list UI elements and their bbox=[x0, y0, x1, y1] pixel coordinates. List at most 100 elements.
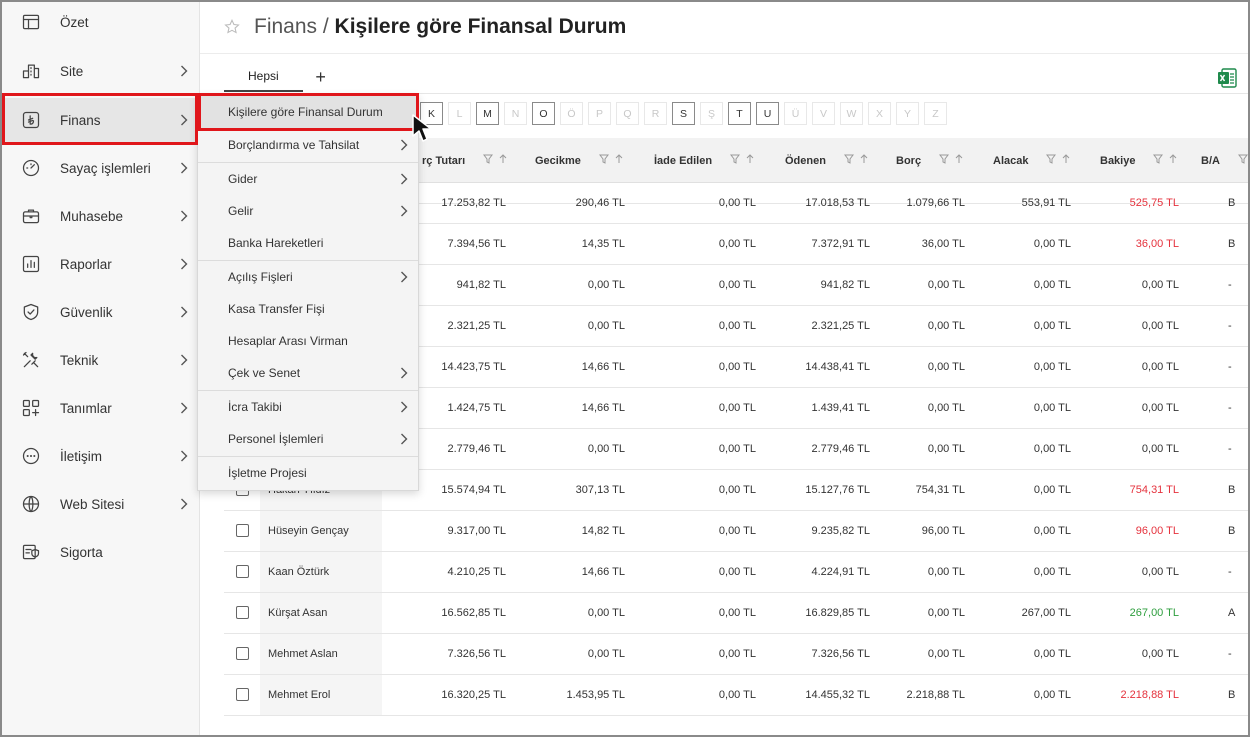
sidebar-item-güvenlik[interactable]: Güvenlik bbox=[0, 290, 200, 334]
filter-icon[interactable] bbox=[724, 154, 741, 167]
submenu-item-0[interactable]: Kişilere göre Finansal Durum bbox=[198, 96, 418, 128]
table-row[interactable]: Hüseyin Gençay 9.317,00 TL 14,82 TL 0,00 TL… bbox=[224, 511, 1248, 552]
submenu-item-label: Çek ve Senet bbox=[228, 366, 301, 380]
sort-icon[interactable] bbox=[493, 154, 507, 167]
sort-icon[interactable] bbox=[854, 154, 868, 167]
filter-icon[interactable] bbox=[838, 154, 854, 167]
sort-icon[interactable] bbox=[609, 154, 623, 167]
table-row[interactable]: Kaan Öztürk 4.210,25 TL 14,66 TL 0,00 TL 4.2… bbox=[224, 552, 1248, 593]
sidebar-item-sayaç-işlemleri[interactable]: Sayaç işlemleri bbox=[0, 146, 200, 190]
table-row[interactable]: Mehmet Erol 16.320,25 TL 1.453,95 TL 0,00 T… bbox=[224, 675, 1248, 716]
filter-icon[interactable] bbox=[477, 154, 494, 167]
column-header-6[interactable]: Bakiye bbox=[1100, 138, 1177, 183]
sidebar-item-özet[interactable]: Özet bbox=[0, 0, 200, 44]
column-header-3[interactable]: Ödenen bbox=[785, 138, 868, 183]
column-header-1[interactable]: Gecikme bbox=[535, 138, 623, 183]
submenu-item-7[interactable]: Hesaplar Arası Virman bbox=[198, 325, 418, 357]
submenu-item-6[interactable]: Kasa Transfer Fişi bbox=[198, 293, 418, 325]
breadcrumb-parent[interactable]: Finans bbox=[254, 15, 317, 38]
sidebar-item-site[interactable]: Site bbox=[0, 49, 200, 93]
letter-filter-U[interactable]: U bbox=[756, 102, 779, 125]
cell-bakiye: 2.218,88 TL bbox=[1120, 689, 1179, 701]
cell-bakiye: 754,31 TL bbox=[1129, 484, 1179, 496]
chevron-right-icon bbox=[400, 172, 410, 186]
column-header-0[interactable]: rç Tutarı bbox=[422, 138, 507, 183]
row-checkbox[interactable] bbox=[236, 606, 249, 619]
column-header-7[interactable]: B/A bbox=[1201, 138, 1248, 183]
submenu-item-11[interactable]: İşletme Projesi bbox=[198, 457, 418, 489]
filter-icon[interactable] bbox=[593, 154, 609, 167]
submenu-item-2[interactable]: Gider bbox=[198, 163, 418, 195]
row-checkbox[interactable] bbox=[236, 565, 249, 578]
sidebar-item-muhasebe[interactable]: Muhasebe bbox=[0, 194, 200, 238]
pin-icon[interactable] bbox=[222, 17, 242, 37]
column-header-label: rç Tutarı bbox=[422, 154, 466, 167]
sidebar-item-tanımlar[interactable]: Tanımlar bbox=[0, 386, 200, 430]
chevron-right-icon bbox=[178, 63, 190, 79]
page-header: Finans / Kişilere göre Finansal Durum bbox=[222, 10, 626, 44]
excel-export-icon[interactable] bbox=[1216, 67, 1238, 89]
sidebar-item-sigorta[interactable]: Sigorta bbox=[0, 530, 200, 574]
letter-filter-M[interactable]: M bbox=[476, 102, 499, 125]
filter-icon[interactable] bbox=[933, 154, 950, 167]
filter-icon[interactable] bbox=[1232, 154, 1248, 167]
sort-icon[interactable] bbox=[949, 154, 963, 167]
chevron-right-icon bbox=[400, 432, 410, 446]
cell-bakiye: 36,00 TL bbox=[1135, 238, 1179, 250]
table-row[interactable]: Kürşat Asan 16.562,85 TL 0,00 TL 0,00 TL 16.… bbox=[224, 593, 1248, 634]
cell-name: Kürşat Asan bbox=[268, 607, 328, 619]
cell-ba: - bbox=[1228, 648, 1232, 660]
letter-filter-O[interactable]: O bbox=[532, 102, 555, 125]
column-tools bbox=[724, 154, 754, 167]
sidebar-item-i-letişim[interactable]: İletişim bbox=[0, 434, 200, 478]
sidebar-item-finans[interactable]: Finans bbox=[0, 98, 200, 142]
column-header-label: B/A bbox=[1201, 154, 1220, 167]
filter-icon[interactable] bbox=[1147, 154, 1164, 167]
sort-icon[interactable] bbox=[1163, 154, 1177, 167]
sidebar-item-label: Özet bbox=[60, 14, 89, 30]
chevron-right-icon bbox=[178, 352, 190, 368]
column-tools bbox=[477, 154, 507, 167]
submenu-item-8[interactable]: Çek ve Senet bbox=[198, 357, 418, 389]
cell-gecikme: 290,46 TL bbox=[575, 197, 625, 209]
cell-bakiye: 0,00 TL bbox=[1141, 402, 1179, 414]
filter-icon[interactable] bbox=[1040, 154, 1057, 167]
chat-icon bbox=[20, 445, 42, 467]
column-header-2[interactable]: İade Edilen bbox=[654, 138, 754, 183]
chevron-right-icon bbox=[400, 366, 410, 380]
submenu-divider bbox=[198, 260, 418, 261]
breadcrumb-separator: / bbox=[317, 15, 335, 38]
submenu-item-5[interactable]: Açılış Fişleri bbox=[198, 261, 418, 293]
sort-icon[interactable] bbox=[740, 154, 754, 167]
submenu-item-label: Personel İşlemleri bbox=[228, 432, 324, 446]
submenu-item-9[interactable]: İcra Takibi bbox=[198, 391, 418, 423]
cell-gecikme: 1.453,95 TL bbox=[566, 689, 625, 701]
submenu-item-4[interactable]: Banka Hareketleri bbox=[198, 227, 418, 259]
sort-icon[interactable] bbox=[1056, 154, 1070, 167]
column-header-4[interactable]: Borç bbox=[896, 138, 963, 183]
sidebar-item-raporlar[interactable]: Raporlar bbox=[0, 242, 200, 286]
submenu-item-1[interactable]: Borçlandırma ve Tahsilat bbox=[198, 129, 418, 161]
sidebar-item-teknik[interactable]: Teknik bbox=[0, 338, 200, 382]
submenu-item-label: İşletme Projesi bbox=[228, 466, 307, 480]
letter-filter-T[interactable]: T bbox=[728, 102, 751, 125]
letter-filter-S[interactable]: S bbox=[672, 102, 695, 125]
finans-submenu: Kişilere göre Finansal Durum Borçlandırma… bbox=[197, 94, 419, 491]
cell-gecikme: 14,66 TL bbox=[581, 402, 625, 414]
column-header-5[interactable]: Alacak bbox=[993, 138, 1070, 183]
add-tab-button[interactable]: + bbox=[303, 62, 339, 92]
row-checkbox[interactable] bbox=[236, 647, 249, 660]
row-checkbox[interactable] bbox=[236, 688, 249, 701]
chevron-right-icon bbox=[178, 208, 190, 224]
row-checkbox[interactable] bbox=[236, 524, 249, 537]
tab-hepsi[interactable]: Hepsi bbox=[224, 62, 303, 92]
submenu-item-10[interactable]: Personel İşlemleri bbox=[198, 423, 418, 455]
submenu-item-3[interactable]: Gelir bbox=[198, 195, 418, 227]
submenu-item-label: Borçlandırma ve Tahsilat bbox=[228, 138, 360, 152]
sidebar-item-web-sitesi[interactable]: Web Sitesi bbox=[0, 482, 200, 526]
cell-gecikme: 0,00 TL bbox=[587, 443, 625, 455]
table-row[interactable]: Mehmet Aslan 7.326,56 TL 0,00 TL 0,00 TL 7.3… bbox=[224, 634, 1248, 675]
cell-bakiye: 267,00 TL bbox=[1129, 607, 1179, 619]
submenu-item-label: Banka Hareketleri bbox=[228, 236, 324, 250]
chevron-right-icon bbox=[400, 270, 410, 284]
